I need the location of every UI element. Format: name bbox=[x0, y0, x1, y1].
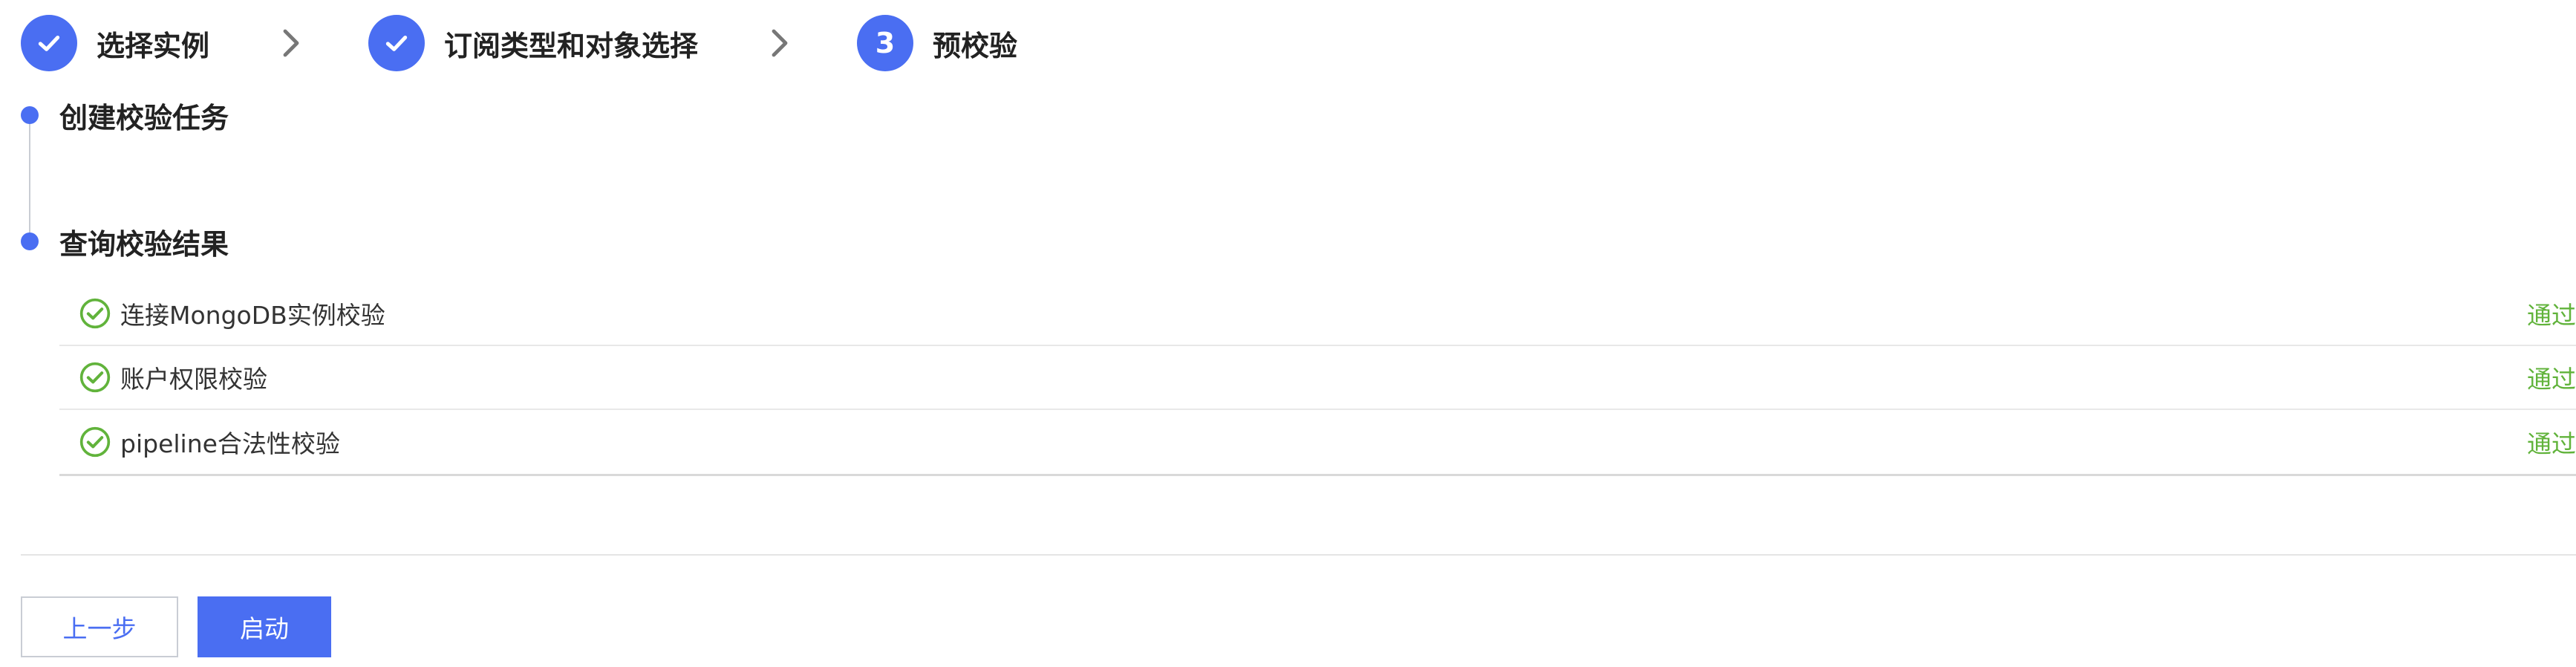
stepper: 选择实例 订阅类型和对象选择 3 预校验 bbox=[21, 13, 1017, 73]
step-precheck: 3 预校验 bbox=[857, 15, 1017, 71]
timeline-connector bbox=[29, 116, 30, 241]
chevron-right-icon bbox=[281, 28, 301, 58]
timeline-dot bbox=[21, 106, 39, 124]
step-label: 预校验 bbox=[933, 29, 1018, 62]
check-icon bbox=[38, 36, 60, 51]
success-circle-icon bbox=[79, 426, 111, 458]
check-item-status: 通过 bbox=[2527, 301, 2576, 330]
check-icon bbox=[385, 36, 408, 51]
start-button[interactable]: 启动 bbox=[198, 596, 331, 657]
timeline-dot bbox=[21, 232, 39, 250]
check-item: 账户权限校验 通过 bbox=[59, 346, 2576, 410]
check-list: 连接MongoDB实例校验 通过 账户权限校验 通过 pipeline合法性校验… bbox=[59, 282, 2576, 476]
timeline-title-query-result: 查询校验结果 bbox=[59, 228, 229, 261]
check-item: 连接MongoDB实例校验 通过 bbox=[59, 282, 2576, 346]
check-item-status: 通过 bbox=[2527, 365, 2576, 394]
step-number-circle: 3 bbox=[857, 15, 914, 71]
step-select-instance[interactable]: 选择实例 bbox=[21, 15, 209, 71]
step-done-circle bbox=[368, 15, 425, 71]
timeline-title-create-task: 创建校验任务 bbox=[59, 102, 229, 134]
precheck-page: 选择实例 订阅类型和对象选择 3 预校验 创建校验任务 查询校验结果 连接Mon… bbox=[0, 0, 2576, 667]
step-label: 选择实例 bbox=[97, 29, 210, 62]
step-done-circle bbox=[21, 15, 77, 71]
check-item-name: 连接MongoDB实例校验 bbox=[120, 301, 385, 330]
success-circle-icon bbox=[79, 361, 111, 394]
step-subscription-type[interactable]: 订阅类型和对象选择 bbox=[368, 15, 698, 71]
footer-divider bbox=[21, 554, 2576, 556]
check-item: pipeline合法性校验 通过 bbox=[59, 410, 2576, 474]
check-item-status: 通过 bbox=[2527, 429, 2576, 458]
step-label: 订阅类型和对象选择 bbox=[444, 29, 699, 62]
check-item-name: pipeline合法性校验 bbox=[120, 429, 340, 458]
success-circle-icon bbox=[79, 297, 111, 330]
prev-step-button[interactable]: 上一步 bbox=[21, 596, 178, 657]
check-item-name: 账户权限校验 bbox=[120, 365, 267, 394]
chevron-right-icon bbox=[769, 28, 790, 58]
